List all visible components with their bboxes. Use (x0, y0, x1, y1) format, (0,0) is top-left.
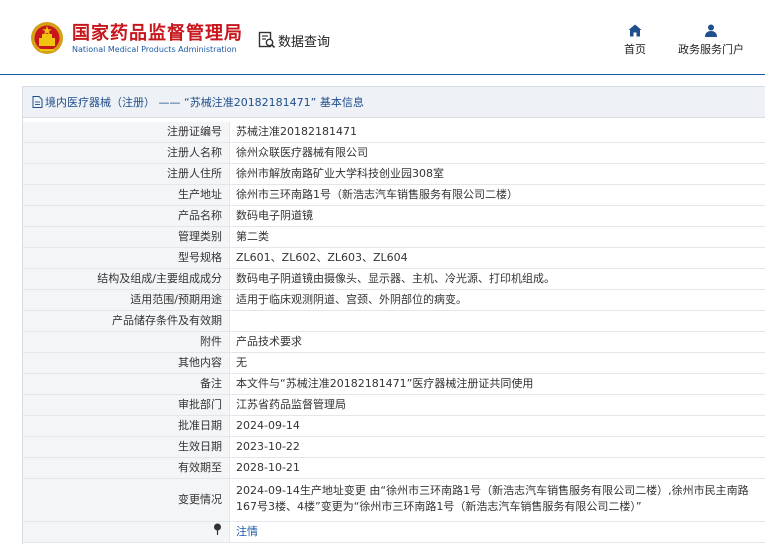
table-row: 生产地址 徐州市三环南路1号（新浩志汽车销售服务有限公司二楼） (23, 185, 765, 206)
table-row: 备注 本文件与“苏械注准20182181471”医疗器械注册证共同使用 (23, 374, 765, 395)
row-value: 产品技术要求 (236, 335, 302, 348)
row-value: 数码电子阴道镜由摄像头、显示器、主机、冷光源、打印机组成。 (236, 272, 555, 285)
row-label: 型号规格 (23, 248, 230, 268)
table-row: 型号规格 ZL601、ZL602、ZL603、ZL604 (23, 248, 765, 269)
nav-service-portal-label[interactable]: 政务服务门户 (678, 43, 744, 56)
row-label: 有效期至 (23, 458, 230, 478)
row-value (230, 311, 765, 331)
table-row: 注册人住所 徐州市解放南路矿业大学科技创业园308室 (23, 164, 765, 185)
note-link[interactable]: 注情 (230, 522, 765, 542)
table-row-note: 注情 (23, 522, 765, 543)
header-divider (0, 74, 765, 75)
table-row: 注册证编号 苏械注准20182181471 (23, 122, 765, 143)
row-value: 徐州市三环南路1号（新浩志汽车销售服务有限公司二楼） (236, 188, 518, 201)
pin-icon (214, 523, 221, 535)
home-icon (628, 24, 642, 37)
user-icon (705, 24, 717, 37)
row-value: 2023-10-22 (236, 440, 300, 453)
row-value: 徐州众联医疗器械有限公司 (236, 146, 368, 159)
row-label: 适用范围/预期用途 (23, 290, 230, 310)
row-label: 注册人名称 (23, 143, 230, 163)
table-row: 有效期至 2028-10-21 (23, 458, 765, 479)
row-label: 产品名称 (23, 206, 230, 226)
table-row-change-history: 变更情况 2024-09-14生产地址变更 由“徐州市三环南路1号（新浩志汽车销… (23, 479, 765, 522)
data-query-icon (258, 31, 276, 49)
table-row: 生效日期 2023-10-22 (23, 437, 765, 458)
row-value: 2024-09-14生产地址变更 由“徐州市三环南路1号（新浩志汽车销售服务有限… (236, 484, 749, 513)
row-label: 备注 (23, 374, 230, 394)
row-label: 管理类别 (23, 227, 230, 247)
data-query-title: 数据查询 (278, 35, 331, 50)
row-value: 苏械注准20182181471 (236, 125, 357, 138)
table-row: 产品储存条件及有效期 (23, 311, 765, 332)
row-value: 第二类 (236, 230, 269, 243)
row-value: 数码电子阴道镜 (236, 209, 313, 222)
row-label: 变更情况 (23, 479, 230, 521)
nav-home[interactable]: 首页 (620, 24, 650, 57)
row-value: 适用于临床观测阴道、宫颈、外阴部位的病变。 (236, 293, 467, 306)
table-row: 附件 产品技术要求 (23, 332, 765, 353)
row-value: 2028-10-21 (236, 461, 300, 474)
table-row: 适用范围/预期用途 适用于临床观测阴道、宫颈、外阴部位的病变。 (23, 290, 765, 311)
panel-title: 境内医疗器械（注册） —— “苏械注准20182181471” 基本信息 (23, 87, 765, 118)
national-emblem-icon (31, 22, 63, 54)
site-logo-subtitle[interactable]: National Medical Products Administration (72, 45, 237, 54)
site-header: 国家药品监督管理局 National Medical Products Admi… (0, 0, 765, 74)
table-row: 产品名称 数码电子阴道镜 (23, 206, 765, 227)
row-value: 本文件与“苏械注准20182181471”医疗器械注册证共同使用 (236, 377, 534, 390)
row-label: 注册人住所 (23, 164, 230, 184)
row-label: 生产地址 (23, 185, 230, 205)
nav-service-portal[interactable]: 政务服务门户 (672, 24, 750, 57)
row-label: 注册证编号 (23, 122, 230, 142)
nav-home-label[interactable]: 首页 (624, 43, 646, 56)
row-value: 徐州市解放南路矿业大学科技创业园308室 (236, 167, 444, 180)
table-row: 其他内容 无 (23, 353, 765, 374)
row-label: 批准日期 (23, 416, 230, 436)
panel-title-text: 境内医疗器械（注册） —— “苏械注准20182181471” 基本信息 (45, 96, 364, 109)
row-label-note (23, 522, 230, 542)
row-label: 审批部门 (23, 395, 230, 415)
row-value: 无 (236, 356, 247, 369)
table-row: 结构及组成/主要组成成分 数码电子阴道镜由摄像头、显示器、主机、冷光源、打印机组… (23, 269, 765, 290)
row-label: 结构及组成/主要组成成分 (23, 269, 230, 289)
table-row: 管理类别 第二类 (23, 227, 765, 248)
site-logo-title[interactable]: 国家药品监督管理局 (72, 19, 243, 45)
table-row: 审批部门 江苏省药品监督管理局 (23, 395, 765, 416)
row-value: 江苏省药品监督管理局 (236, 398, 346, 411)
detail-panel: 境内医疗器械（注册） —— “苏械注准20182181471” 基本信息 注册证… (22, 86, 765, 544)
row-label: 生效日期 (23, 437, 230, 457)
detail-table: 注册证编号 苏械注准20182181471 注册人名称 徐州众联医疗器械有限公司… (23, 122, 765, 543)
row-label: 其他内容 (23, 353, 230, 373)
row-value: 2024-09-14 (236, 419, 300, 432)
row-value: ZL601、ZL602、ZL603、ZL604 (236, 251, 408, 264)
table-row: 注册人名称 徐州众联医疗器械有限公司 (23, 143, 765, 164)
document-icon (32, 96, 43, 108)
table-row: 批准日期 2024-09-14 (23, 416, 765, 437)
row-label: 附件 (23, 332, 230, 352)
row-label: 产品储存条件及有效期 (23, 311, 230, 331)
